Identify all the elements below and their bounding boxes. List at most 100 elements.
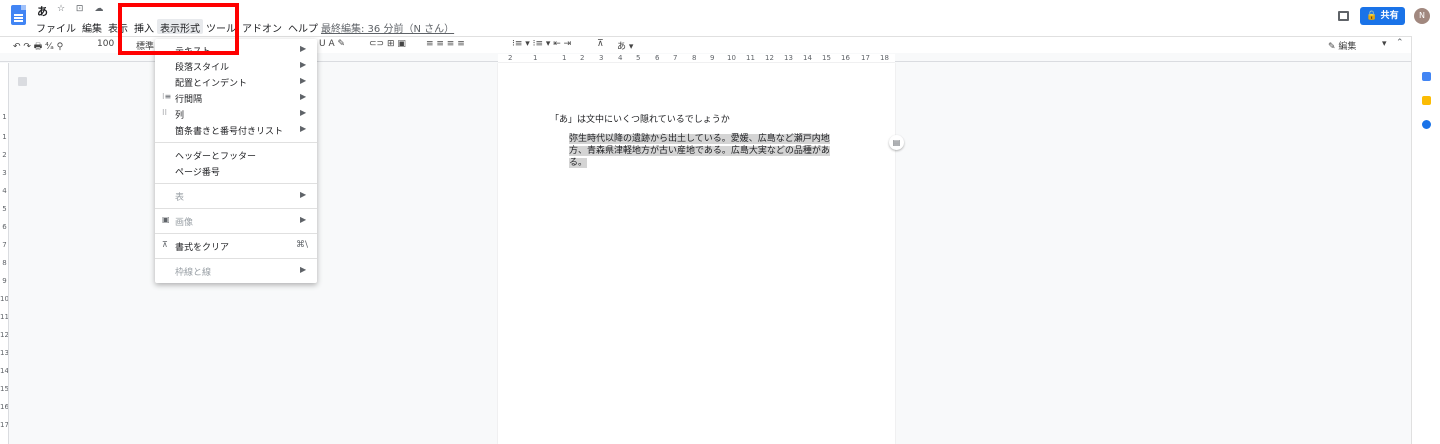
menu-divider	[155, 233, 317, 234]
submenu-arrow-icon: ▶	[300, 124, 307, 133]
ruler-tick: 15	[822, 54, 831, 62]
menu-item-align-indent[interactable]: 配置とインデント ▶	[155, 74, 317, 89]
ruler-tick: 2	[2, 151, 7, 159]
ruler-tick: 12	[765, 54, 774, 62]
ruler-tick: 5	[2, 205, 7, 213]
ruler-tick: 4	[618, 54, 623, 62]
menu-item-label: 表	[175, 193, 185, 203]
document-page[interactable]: 「あ」は文中にいくつ隠れているでしょうか 弥生時代以降の遺跡から出土している。愛…	[498, 63, 895, 444]
insert-icons[interactable]: ⊂⊃ ⊞ ▣	[369, 39, 406, 49]
menu-divider	[155, 258, 317, 259]
menu-item-columns[interactable]: ⁝⁝ 列 ▶	[155, 106, 317, 121]
menu-item-image: ▣ 画像 ▶	[155, 213, 317, 228]
hide-menus-chevron-icon[interactable]: ⌃	[1396, 38, 1404, 48]
ruler-tick: 1	[562, 54, 567, 62]
text-format-icons[interactable]: U A ✎	[319, 39, 345, 49]
document-paragraph[interactable]: 弥生時代以降の遺跡から出土している。愛媛、広島など瀬戸内地 方、青森県津軽地方が…	[569, 133, 831, 169]
ruler-tick: 14	[0, 367, 9, 375]
undo-redo-print-icons[interactable]: ↶ ↷ 🖶 ⁴⁄ₐ ⚲	[13, 39, 63, 55]
ruler-tick: 2	[580, 54, 585, 62]
keep-icon[interactable]	[1422, 96, 1431, 105]
ruler-tick: 3	[599, 54, 604, 62]
clear-format-icon[interactable]: ⊼	[597, 39, 604, 49]
star-move-cloud-icons[interactable]: ☆ ⊡ ☁	[57, 4, 107, 14]
ruler-tick: 2	[508, 54, 513, 62]
menu-item-bullets-numbering[interactable]: 箇条書きと番号付きリスト ▶	[155, 122, 317, 137]
ruler-tick: 6	[655, 54, 660, 62]
ruler-tick: 1	[2, 113, 7, 121]
menu-addons[interactable]: アドオン	[239, 19, 285, 35]
list-indent-icons[interactable]: ⁝≡ ▾ ⁝≡ ▾ ⇤ ⇥	[512, 39, 571, 49]
menu-edit[interactable]: 編集	[79, 19, 105, 35]
calendar-icon[interactable]	[1422, 72, 1431, 81]
menu-item-header-footer[interactable]: ヘッダーとフッター	[155, 147, 317, 162]
selected-text-line[interactable]: 弥生時代以降の遺跡から出土している。愛媛、広島など瀬戸内地	[569, 134, 830, 144]
menu-item-label: ヘッダーとフッター	[175, 152, 257, 162]
ruler-tick: 1	[2, 133, 7, 141]
ruler-tick: 15	[0, 385, 9, 393]
add-comment-icon[interactable]: ▤	[889, 135, 904, 150]
submenu-arrow-icon: ▶	[300, 44, 307, 53]
share-button[interactable]: 🔒 共有	[1360, 7, 1405, 25]
editing-mode-button[interactable]: ✎ 編集	[1328, 39, 1356, 52]
ruler-tick: 7	[673, 54, 678, 62]
annotation-highlight-box	[118, 3, 239, 55]
menu-item-label: 書式をクリア	[175, 243, 230, 253]
menu-item-label: 行間隔	[175, 95, 203, 105]
menu-file[interactable]: ファイル	[33, 19, 79, 35]
menu-item-label: ページ番号	[175, 168, 220, 178]
ruler-tick: 12	[0, 331, 9, 339]
avatar[interactable]: N	[1414, 8, 1430, 24]
ruler-tick: 17	[0, 421, 9, 429]
menu-item-clear-formatting[interactable]: ⊼ 書式をクリア ⌘\	[155, 238, 317, 253]
ruler-tick: 9	[2, 277, 7, 285]
horizontal-ruler[interactable]: 2 1 1 2 3 4 5 6 7 8 9 10 11 12 13 14 15 …	[498, 54, 895, 62]
align-icons[interactable]: ≡ ≡ ≡ ≡	[426, 39, 465, 49]
selected-text-line[interactable]: る。	[569, 158, 588, 168]
menu-item-page-numbers[interactable]: ページ番号	[155, 163, 317, 178]
chevron-down-icon[interactable]: ▾	[1382, 39, 1387, 49]
menu-divider	[155, 208, 317, 209]
selected-text-line[interactable]: 方、青森県津軽地方が古い産地である。広島大実などの品種があ	[569, 146, 830, 156]
submenu-arrow-icon: ▶	[300, 92, 307, 101]
input-tools-select[interactable]: あ ▾	[617, 39, 633, 52]
vertical-ruler[interactable]: 1 1 2 3 4 5 6 7 8 9 10 11 12 13 14 15 16…	[0, 63, 9, 444]
menu-item-borders-lines: 枠線と線 ▶	[155, 263, 317, 278]
ruler-tick: 11	[746, 54, 755, 62]
document-heading[interactable]: 「あ」は文中にいくつ隠れているでしょうか	[550, 112, 730, 125]
ruler-tick: 18	[880, 54, 889, 62]
menu-divider	[155, 183, 317, 184]
menu-item-line-spacing[interactable]: ⁝≡ 行間隔 ▶	[155, 90, 317, 105]
ruler-tick: 10	[0, 295, 9, 303]
ruler-tick: 16	[0, 403, 9, 411]
ruler-tick: 13	[0, 349, 9, 357]
submenu-arrow-icon: ▶	[300, 265, 307, 274]
image-icon: ▣	[162, 215, 170, 224]
document-title[interactable]: あ	[37, 3, 48, 19]
columns-icon: ⁝⁝	[162, 108, 168, 117]
menu-item-paragraph-styles[interactable]: 段落スタイル ▶	[155, 58, 317, 73]
ruler-tick: 7	[2, 241, 7, 249]
ruler-tick: 10	[727, 54, 736, 62]
menu-item-label: 配置とインデント	[175, 79, 248, 89]
menu-divider	[155, 142, 317, 143]
menu-item-label: 枠線と線	[175, 268, 212, 278]
submenu-arrow-icon: ▶	[300, 190, 307, 199]
last-edit-link[interactable]: 最終編集: 36 分前（N さん）	[321, 20, 454, 35]
document-outline-icon[interactable]	[18, 77, 27, 86]
submenu-arrow-icon: ▶	[300, 108, 307, 117]
comment-history-icon[interactable]	[1338, 11, 1349, 21]
ruler-tick: 14	[803, 54, 812, 62]
ruler-tick: 1	[533, 54, 538, 62]
menu-item-label: 段落スタイル	[175, 63, 230, 73]
menu-help[interactable]: ヘルプ	[285, 19, 321, 35]
submenu-arrow-icon: ▶	[300, 215, 307, 224]
ruler-tick: 8	[692, 54, 697, 62]
tasks-icon[interactable]	[1422, 120, 1431, 129]
docs-logo-icon[interactable]	[11, 5, 26, 25]
ruler-tick: 13	[784, 54, 793, 62]
line-spacing-icon: ⁝≡	[162, 92, 172, 101]
ruler-tick: 8	[2, 259, 7, 267]
zoom-select[interactable]: 100	[97, 39, 114, 49]
ruler-tick: 11	[0, 313, 9, 321]
